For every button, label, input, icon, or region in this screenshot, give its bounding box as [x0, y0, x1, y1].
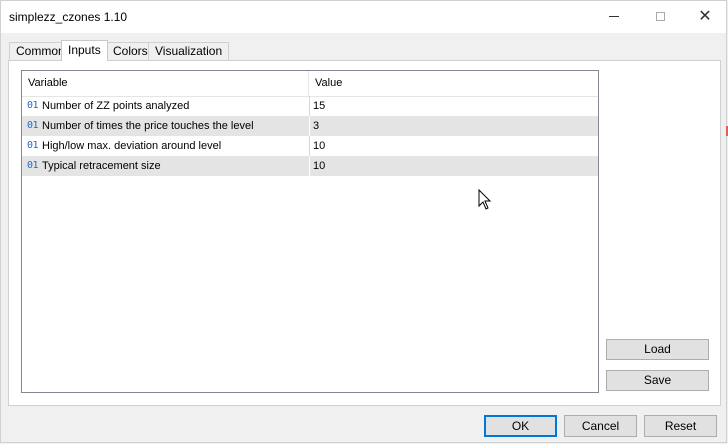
- inputs-grid: Variable Value 01 Number of ZZ points an…: [21, 70, 599, 393]
- variable-name: Typical retracement size: [42, 160, 161, 172]
- column-divider: [309, 96, 310, 116]
- maximize-icon: [655, 12, 665, 21]
- minimize-icon: [609, 16, 619, 17]
- close-button[interactable]: ✕: [682, 1, 728, 32]
- inputs-panel: Variable Value 01 Number of ZZ points an…: [8, 60, 721, 406]
- table-row[interactable]: 01 Typical retracement size 10: [22, 156, 598, 176]
- variable-name: Number of ZZ points analyzed: [42, 100, 190, 112]
- variable-value[interactable]: 10: [313, 136, 325, 156]
- tab-inputs[interactable]: Inputs: [61, 40, 108, 61]
- table-row[interactable]: 01 Number of ZZ points analyzed 15: [22, 96, 598, 116]
- int-type-icon: 01: [27, 100, 39, 111]
- int-type-icon: 01: [27, 160, 39, 171]
- load-button[interactable]: Load: [606, 339, 709, 360]
- variable-value[interactable]: 15: [313, 96, 325, 116]
- column-divider: [309, 116, 310, 136]
- window-title: simplezz_czones 1.10: [9, 10, 128, 24]
- int-type-icon: 01: [27, 120, 39, 131]
- column-divider: [309, 156, 310, 176]
- table-row[interactable]: 01 High/low max. deviation around level …: [22, 136, 598, 156]
- column-header-value[interactable]: Value: [309, 71, 596, 96]
- grid-header: Variable Value: [22, 71, 598, 97]
- table-row[interactable]: 01 Number of times the price touches the…: [22, 116, 598, 136]
- variable-name: High/low max. deviation around level: [42, 140, 222, 152]
- maximize-button[interactable]: [637, 1, 683, 32]
- int-type-icon: 01: [27, 140, 39, 151]
- variable-name: Number of times the price touches the le…: [42, 120, 254, 132]
- tab-visualization[interactable]: Visualization: [148, 42, 230, 60]
- close-icon: ✕: [698, 7, 712, 25]
- save-button[interactable]: Save: [606, 370, 709, 391]
- ok-button[interactable]: OK: [484, 415, 557, 437]
- cancel-button[interactable]: Cancel: [564, 415, 637, 437]
- variable-value[interactable]: 10: [313, 156, 325, 176]
- title-bar: simplezz_czones 1.10 ✕: [1, 1, 726, 33]
- reset-button[interactable]: Reset: [644, 415, 717, 437]
- column-divider: [309, 136, 310, 156]
- minimize-button[interactable]: [591, 1, 637, 32]
- column-header-variable[interactable]: Variable: [22, 71, 309, 96]
- dialog-window: simplezz_czones 1.10 ✕ Common Inputs Col…: [0, 0, 727, 443]
- variable-value[interactable]: 3: [313, 116, 319, 136]
- mouse-pointer-icon: [478, 188, 492, 214]
